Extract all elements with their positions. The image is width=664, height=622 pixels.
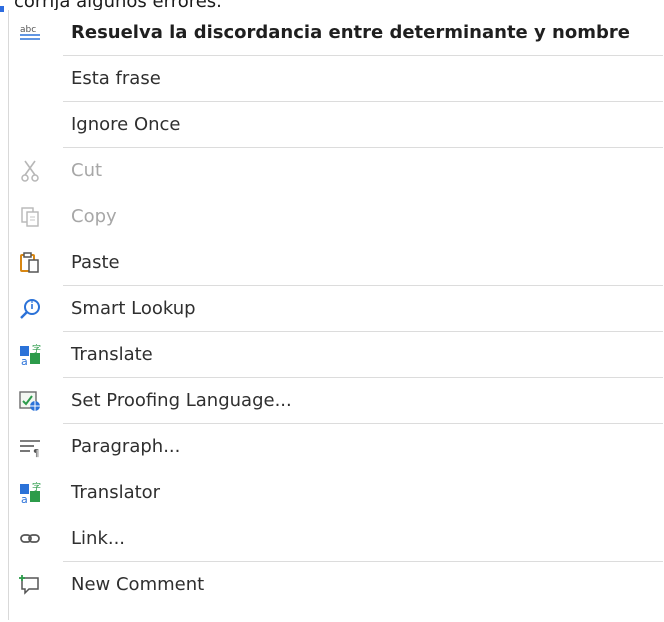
menu-item-label: New Comment bbox=[71, 574, 205, 595]
svg-text:a: a bbox=[21, 493, 28, 505]
menu-item-translator[interactable]: a 字 Translator bbox=[9, 470, 664, 516]
menu-item-label: Translator bbox=[71, 482, 161, 503]
svg-text:abc: abc bbox=[20, 25, 36, 35]
menu-item-label: Paste bbox=[71, 252, 120, 273]
menu-item-esta-frase[interactable]: Esta frase bbox=[9, 56, 664, 102]
menu-item-label: Smart Lookup bbox=[71, 298, 196, 319]
scissors-icon bbox=[17, 158, 43, 184]
menu-item-label: Esta frase bbox=[71, 68, 161, 89]
menu-item-new-comment[interactable]: New Comment bbox=[9, 562, 664, 608]
spelling-abc-icon: abc bbox=[17, 20, 43, 46]
menu-item-label: Link... bbox=[71, 528, 126, 549]
search-icon bbox=[17, 296, 43, 322]
copy-icon bbox=[17, 204, 43, 230]
text-marker bbox=[0, 6, 4, 12]
menu-item-label: Copy bbox=[71, 206, 117, 227]
menu-item-cut: Cut bbox=[9, 148, 664, 194]
svg-text:a: a bbox=[21, 355, 28, 367]
menu-item-paste[interactable]: Paste bbox=[9, 240, 664, 286]
proofing-language-icon bbox=[17, 388, 43, 414]
link-icon bbox=[17, 526, 43, 552]
menu-item-label: Cut bbox=[71, 160, 103, 181]
paste-icon bbox=[17, 250, 43, 276]
menu-item-label: Paragraph... bbox=[71, 436, 181, 457]
menu-item-paragraph[interactable]: ¶ Paragraph... bbox=[9, 424, 664, 470]
menu-item-label: Ignore Once bbox=[71, 114, 181, 135]
context-menu: abc Resuelva la discordancia entre deter… bbox=[8, 10, 663, 620]
menu-item-link[interactable]: Link... bbox=[9, 516, 664, 562]
translate-icon: a 字 bbox=[17, 342, 43, 368]
paragraph-icon: ¶ bbox=[17, 434, 43, 460]
menu-item-label: Set Proofing Language... bbox=[71, 390, 292, 411]
menu-item-translate[interactable]: a 字 Translate bbox=[9, 332, 664, 378]
menu-item-grammar-suggestion[interactable]: abc Resuelva la discordancia entre deter… bbox=[9, 10, 664, 56]
menu-item-smart-lookup[interactable]: Smart Lookup bbox=[9, 286, 664, 332]
menu-item-ignore-once[interactable]: Ignore Once bbox=[9, 102, 664, 148]
menu-item-set-proofing-language[interactable]: Set Proofing Language... bbox=[9, 378, 664, 424]
translator-icon: a 字 bbox=[17, 480, 43, 506]
menu-item-label: Translate bbox=[71, 344, 153, 365]
svg-text:字: 字 bbox=[32, 481, 41, 493]
svg-text:¶: ¶ bbox=[33, 448, 39, 459]
new-comment-icon bbox=[17, 572, 43, 598]
menu-item-copy: Copy bbox=[9, 194, 664, 240]
svg-text:字: 字 bbox=[32, 343, 41, 355]
menu-item-label: Resuelva la discordancia entre determina… bbox=[71, 22, 630, 43]
